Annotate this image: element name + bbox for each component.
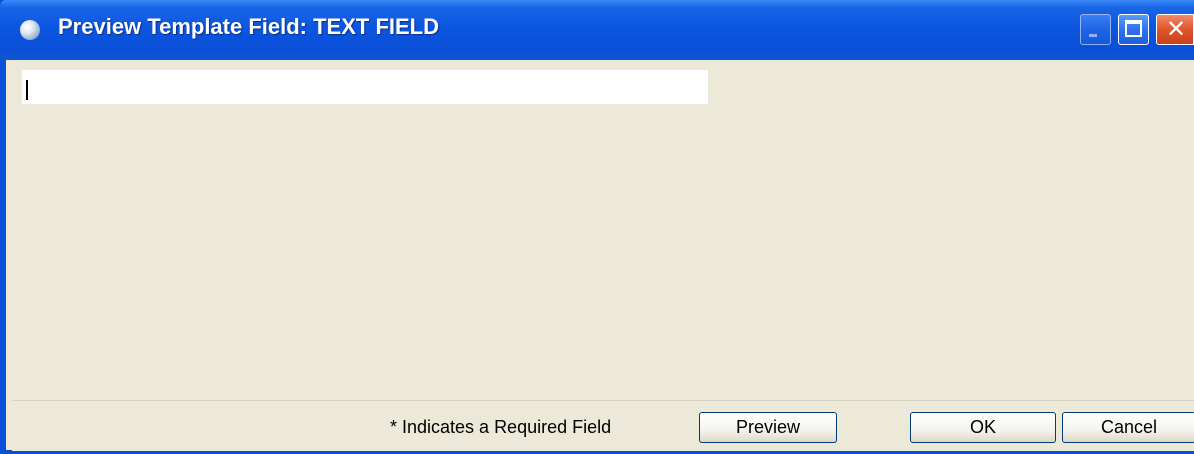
maximize-icon bbox=[1125, 20, 1142, 37]
required-field-note: * Indicates a Required Field bbox=[390, 417, 612, 437]
close-button[interactable]: ✕ bbox=[1156, 14, 1194, 45]
cancel-button[interactable]: Cancel bbox=[1062, 412, 1194, 443]
minimize-button[interactable] bbox=[1080, 14, 1111, 45]
dialog-footer: * Indicates a Required Field Preview OK … bbox=[12, 400, 1194, 451]
close-icon: ✕ bbox=[1166, 15, 1187, 43]
app-globe-icon bbox=[20, 20, 40, 40]
text-field-input[interactable] bbox=[22, 70, 708, 104]
minimize-icon bbox=[1089, 34, 1097, 37]
dialog-content: * Indicates a Required Field Preview OK … bbox=[12, 60, 1194, 451]
title-bar[interactable]: Preview Template Field: TEXT FIELD ✕ bbox=[0, 0, 1194, 60]
dialog-window: Preview Template Field: TEXT FIELD ✕ * I… bbox=[0, 0, 1194, 454]
text-cursor bbox=[26, 80, 28, 100]
ok-button[interactable]: OK bbox=[910, 412, 1056, 443]
window-title: Preview Template Field: TEXT FIELD bbox=[58, 14, 440, 39]
maximize-button[interactable] bbox=[1118, 14, 1149, 45]
preview-button[interactable]: Preview bbox=[699, 412, 837, 443]
